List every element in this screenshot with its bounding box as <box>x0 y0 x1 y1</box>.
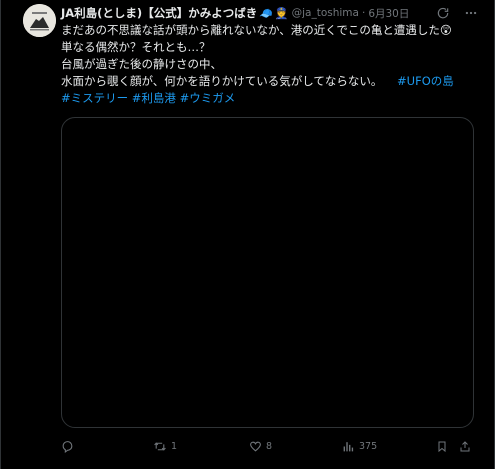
like-icon <box>250 441 261 452</box>
author-handle[interactable]: @ja_toshima <box>292 7 359 19</box>
post-text-line-1: まだあの不思議な話が頭から離れないなか、港の近くでこの亀と遭遇した😲 <box>61 23 452 37</box>
grok-icon[interactable] <box>436 6 450 20</box>
repost-button[interactable]: 1 <box>153 437 177 455</box>
avatar[interactable] <box>23 4 56 37</box>
views-count: 375 <box>359 440 378 452</box>
hashtag-toshima-port[interactable]: #利島港 <box>132 91 176 105</box>
hashtag-sea-turtle[interactable]: #ウミガメ <box>180 91 236 105</box>
repost-icon <box>154 441 166 451</box>
views-icon <box>343 441 354 451</box>
post-date[interactable]: 6月30日 <box>368 6 409 21</box>
share-icon <box>460 440 470 451</box>
post-actions: 1 8 375 <box>61 437 478 455</box>
header-separator: · <box>361 7 366 19</box>
cap-emoji: 🧢 <box>259 6 273 20</box>
reply-button[interactable] <box>61 437 78 455</box>
repost-count: 1 <box>171 440 178 452</box>
header-actions <box>436 4 478 22</box>
post-text-line-2: 単なる偶然か？それとも…？ <box>61 40 211 54</box>
hashtag-ufo[interactable]: #UFOの島 <box>397 74 454 88</box>
media-video[interactable] <box>61 117 474 428</box>
share-button[interactable] <box>459 437 471 455</box>
police-emoji: 👮 <box>274 6 289 20</box>
like-button[interactable]: 8 <box>249 437 272 455</box>
bookmark-button[interactable] <box>436 437 448 455</box>
hashtag-mystery[interactable]: #ミステリー <box>61 91 128 105</box>
post-text-line-4: 水面から覗く顔が、何かを語りかけている気がしてならない。 <box>61 74 383 88</box>
author-display-name[interactable]: JA利島(としま)【公式】かみよつばき <box>61 5 257 21</box>
bookmark-icon <box>438 441 446 452</box>
reply-icon <box>62 440 73 453</box>
more-icon[interactable] <box>464 6 478 20</box>
post-container[interactable]: JA利島(としま)【公式】かみよつばき 🧢 👮 @ja_toshima · 6月… <box>0 0 495 469</box>
post-text: まだあの不思議な話が頭から離れないなか、港の近くでこの亀と遭遇した😲 単なる偶然… <box>61 22 481 107</box>
like-count: 8 <box>266 440 273 452</box>
post-header: JA利島(としま)【公式】かみよつばき 🧢 👮 @ja_toshima · 6月… <box>61 4 478 22</box>
post-text-line-3: 台風が過ぎた後の静けさの中、 <box>61 57 222 71</box>
avatar-image <box>23 4 56 37</box>
views-button[interactable]: 375 <box>342 437 377 455</box>
